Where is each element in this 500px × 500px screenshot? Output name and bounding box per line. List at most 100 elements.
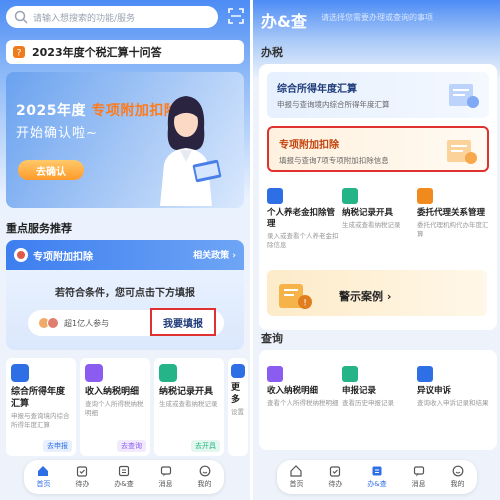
grid-item-desc: 委托代理机构代办年度汇算	[417, 221, 489, 238]
pension-icon	[267, 188, 283, 204]
tab-home[interactable]: 首页	[289, 465, 303, 489]
service-title: 专项附加扣除	[33, 251, 93, 263]
message-icon	[413, 466, 424, 477]
grid-item-name: 异议申诉	[417, 386, 452, 396]
page-subtitle: 请选择您需要办理或查询的事项	[321, 13, 433, 22]
grid-item-name: 申报记录	[342, 386, 377, 396]
tax-record-icon	[159, 364, 177, 382]
card-name: 更多	[231, 383, 241, 405]
card-tag[interactable]: 去开具	[191, 440, 220, 452]
banner-subtitle: 开始确认啦~	[16, 126, 98, 141]
tab-todo[interactable]: 待办	[328, 465, 342, 489]
profile-icon	[199, 465, 210, 477]
grid-item-name: 个人养老金扣除管理	[267, 208, 336, 229]
tab-messages[interactable]: 消息	[412, 465, 426, 489]
scan-icon[interactable]	[228, 8, 244, 24]
tab-handle-query[interactable]: 办&查	[367, 465, 387, 489]
service-cards: 综合所得年度汇算 申报与查询境内综合所得年度汇算 去申报 收入纳税明细 查询个人…	[6, 358, 250, 458]
card-more[interactable]: 更多 设置	[228, 358, 248, 456]
avatar	[47, 317, 59, 329]
grid-item-desc: 查看历史申报记录	[342, 399, 394, 407]
tab-todo[interactable]: 待办	[75, 465, 89, 489]
service-body: 若符合条件，您可点击下方填报 超1亿人参与 我要填报	[6, 270, 244, 350]
card-tag[interactable]: 去查询	[117, 440, 146, 452]
card-annual-settlement[interactable]: 综合所得年度汇算 申报与查询境内综合所得年度汇算 去申报	[6, 358, 76, 456]
card-desc: 申报与查询境内综合所得年度汇算	[11, 412, 70, 429]
grid-item-desc: 录入或查看个人养老金扣除信息	[267, 232, 339, 249]
grid-item-desc: 查询收入申诉记录和结果	[417, 399, 489, 407]
more-icon	[231, 364, 245, 378]
special-deduction-illustration	[447, 140, 477, 164]
card-name: 综合所得年度汇算	[11, 387, 66, 409]
card-income-detail[interactable]: 收入纳税明细 查询个人所得税纳税明细 去查询	[80, 358, 150, 456]
warning-icon: !	[279, 284, 312, 309]
grid-item-name: 收入纳税明细	[267, 386, 319, 396]
bottom-tab-bar: 首页 待办 办&查 消息 我的	[277, 460, 477, 494]
service-badge-icon	[14, 248, 28, 262]
faq-icon: ?	[13, 46, 25, 59]
handle-query-screen: 办&查 请选择您需要办理或查询的事项 办税 综合所得年度汇算 申报与查询境内综合…	[250, 0, 500, 500]
annual-settlement-card[interactable]: 综合所得年度汇算 申报与查询境内综合所得年度汇算	[267, 72, 489, 118]
search-icon	[14, 10, 28, 24]
grid-item-desc: 查看个人所得税纳税明细	[267, 399, 339, 407]
home-icon	[290, 465, 303, 477]
query-panel: 收入纳税明细 查看个人所得税纳税明细 申报记录 查看历史申报记录 异议申诉 查询…	[259, 350, 497, 450]
profile-icon	[452, 465, 463, 477]
page-title: 办&查	[261, 12, 307, 31]
handle-query-icon	[118, 465, 130, 477]
agency-item[interactable]: 委托代理关系管理 委托代理机构代办年度汇算	[417, 188, 489, 250]
svg-text:!: !	[303, 299, 307, 309]
tab-home[interactable]: 首页	[36, 465, 50, 489]
tax-record-icon	[342, 188, 358, 204]
appeal-item[interactable]: 异议申诉 查询收入申诉记录和结果	[417, 366, 489, 408]
income-detail-icon	[267, 366, 283, 382]
service-header[interactable]: 专项附加扣除 相关政策 ›	[6, 240, 244, 270]
annual-settlement-icon	[11, 364, 29, 382]
warning-title: 警示案例 ›	[339, 290, 392, 303]
policy-link[interactable]: 相关政策 ›	[193, 248, 236, 261]
card-name: 纳税记录开具	[159, 387, 214, 397]
appeal-icon	[417, 366, 433, 382]
card-desc: 设置	[231, 408, 244, 416]
tab-mine[interactable]: 我的	[451, 465, 465, 489]
section-title: 重点服务推荐	[6, 222, 72, 235]
faq-title: 2023年度个税汇算十问答	[32, 46, 162, 59]
tax-service-grid: 个人养老金扣除管理 录入或查看个人养老金扣除信息 纳税记录开具 生成或查看纳税记…	[267, 188, 489, 250]
special-deduction-card[interactable]: 专项附加扣除 填报与查询7项专项附加扣除信息	[267, 126, 489, 172]
tab-mine[interactable]: 我的	[198, 465, 212, 489]
warning-cases-banner[interactable]: ! 警示案例 ›	[267, 270, 487, 316]
pension-deduction-item[interactable]: 个人养老金扣除管理 录入或查看个人养老金扣除信息	[267, 188, 339, 250]
annual-settlement-illustration	[449, 84, 479, 108]
declaration-record-item[interactable]: 申报记录 查看历史申报记录	[342, 366, 414, 408]
todo-icon	[330, 466, 341, 477]
income-detail-item[interactable]: 收入纳税明细 查看个人所得税纳税明细	[267, 366, 339, 408]
tab-messages[interactable]: 消息	[159, 465, 173, 489]
income-detail-icon	[85, 364, 103, 382]
promo-banner[interactable]: 2025年度 专项附加扣除 开始确认啦~ 去确认	[6, 72, 244, 208]
card-tag[interactable]: 去申报	[43, 440, 72, 452]
card-tax-record[interactable]: 纳税记录开具 生成或查看纳税记录 去开具	[154, 358, 224, 456]
participation-pill: 超1亿人参与 我要填报	[28, 308, 224, 336]
search-placeholder: 请输入想搜索的功能/服务	[33, 13, 136, 24]
card-desc: 生成或查看纳税记录	[159, 400, 218, 408]
declaration-record-icon	[342, 366, 358, 382]
message-icon	[160, 466, 171, 477]
grid-item-name: 纳税记录开具	[342, 208, 394, 218]
search-bar[interactable]: 请输入想搜索的功能/服务	[6, 6, 218, 28]
faq-banner[interactable]: ? 2023年度个税汇算十问答	[6, 40, 244, 64]
home-icon	[38, 466, 49, 476]
tab-handle-query[interactable]: 办&查	[114, 465, 134, 489]
section-query-title: 查询	[261, 332, 283, 345]
grid-item-name: 委托代理关系管理	[417, 208, 486, 218]
bottom-tab-bar: 首页 待办 办&查 消息 我的	[24, 460, 224, 494]
todo-icon	[77, 466, 88, 477]
home-screen: 请输入想搜索的功能/服务 ? 2023年度个税汇算十问答 2025年度 专项附加…	[0, 0, 250, 500]
handle-query-icon	[372, 466, 382, 476]
card-name: 收入纳税明细	[85, 387, 140, 397]
participants-count: 超1亿人参与	[64, 318, 110, 328]
tax-record-item[interactable]: 纳税记录开具 生成或查看纳税记录	[342, 188, 414, 250]
section-tax-title: 办税	[261, 46, 283, 59]
woman-illustration	[160, 96, 222, 206]
fill-report-button[interactable]: 我要填报	[150, 308, 216, 336]
confirm-button[interactable]: 去确认	[18, 160, 84, 180]
